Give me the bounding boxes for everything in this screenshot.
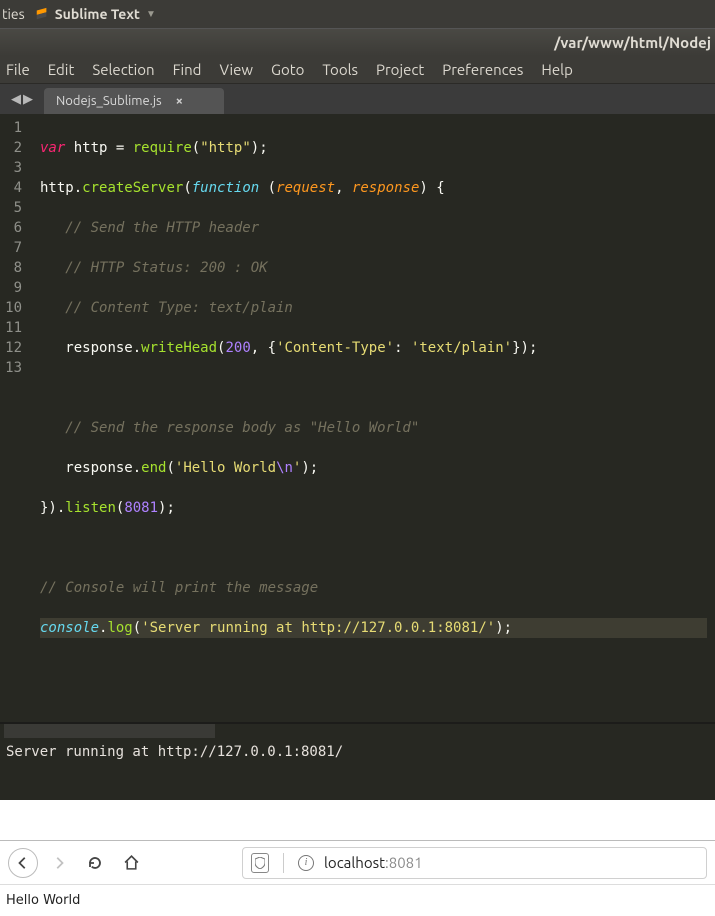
reload-button[interactable] <box>80 848 110 878</box>
topbar-app[interactable]: Sublime Text ▼ <box>35 6 156 22</box>
address-bar[interactable]: i localhost:8081 <box>242 847 707 879</box>
browser-viewport: Hello World <box>0 885 715 916</box>
spacer <box>0 800 715 840</box>
code-line: // HTTP Status: 200 : OK <box>40 258 707 278</box>
menu-preferences[interactable]: Preferences <box>442 61 523 78</box>
code-line: }).listen(8081); <box>40 498 707 518</box>
code-line: http.createServer(function (request, res… <box>40 178 707 198</box>
menu-view[interactable]: View <box>219 61 253 78</box>
code-line <box>40 378 707 398</box>
line-num: 4 <box>4 178 22 198</box>
reload-icon <box>87 855 103 871</box>
code-line <box>40 538 707 558</box>
code-line: // Console will print the message <box>40 578 707 598</box>
window-title: /var/www/html/Nodej <box>554 34 711 51</box>
tabbar: ◀ ▶ Nodejs_Sublime.js × <box>0 84 715 114</box>
menu-goto[interactable]: Goto <box>271 61 304 78</box>
code-editor[interactable]: 1 2 3 4 5 6 7 8 9 10 11 12 13 var http =… <box>0 114 715 662</box>
arrow-right-icon <box>52 856 66 870</box>
page-text: Hello World <box>6 893 80 908</box>
menu-edit[interactable]: Edit <box>48 61 75 78</box>
shield-icon[interactable] <box>251 853 269 873</box>
url-text: localhost:8081 <box>324 854 423 871</box>
window-titlebar: /var/www/html/Nodej <box>0 28 715 56</box>
code-area[interactable]: var http = require("http"); http.createS… <box>32 114 715 662</box>
code-line: response.end('Hello World\n'); <box>40 458 707 478</box>
code-line: console.log('Server running at http://12… <box>40 618 707 638</box>
line-num: 11 <box>4 318 22 338</box>
browser-toolbar: i localhost:8081 <box>0 841 715 885</box>
home-button[interactable] <box>116 848 146 878</box>
browser-window: i localhost:8081 Hello World <box>0 840 715 916</box>
sublime-logo-icon <box>35 7 49 21</box>
build-output[interactable]: Server running at http://127.0.0.1:8081/ <box>0 722 715 800</box>
menu-help[interactable]: Help <box>541 61 572 78</box>
line-num: 3 <box>4 158 22 178</box>
line-num: 9 <box>4 278 22 298</box>
menu-file[interactable]: File <box>6 61 30 78</box>
line-num: 7 <box>4 238 22 258</box>
code-line: var http = require("http"); <box>40 138 707 158</box>
topbar-app-label: Sublime Text <box>55 6 140 22</box>
os-topbar: ties Sublime Text ▼ <box>0 0 715 28</box>
topbar-left-fragment: ties <box>2 6 25 22</box>
forward-button[interactable] <box>44 848 74 878</box>
line-num: 2 <box>4 138 22 158</box>
arrow-left-icon <box>16 856 30 870</box>
code-line: // Send the HTTP header <box>40 218 707 238</box>
code-line: // Content Type: text/plain <box>40 298 707 318</box>
code-line: // Send the response body as "Hello Worl… <box>40 418 707 438</box>
menubar: File Edit Selection Find View Goto Tools… <box>0 56 715 84</box>
line-num: 12 <box>4 338 22 358</box>
editor-empty-area[interactable] <box>0 662 715 722</box>
tab-file[interactable]: Nodejs_Sublime.js × <box>44 88 224 114</box>
line-num: 6 <box>4 218 22 238</box>
close-icon[interactable]: × <box>176 94 183 108</box>
menu-selection[interactable]: Selection <box>92 61 154 78</box>
line-num: 8 <box>4 258 22 278</box>
tab-next-icon[interactable]: ▶ <box>23 92 33 107</box>
home-icon <box>123 854 140 871</box>
tab-prev-icon[interactable]: ◀ <box>11 92 21 107</box>
menu-find[interactable]: Find <box>173 61 202 78</box>
info-icon[interactable]: i <box>298 855 314 871</box>
code-line: response.writeHead(200, {'Content-Type':… <box>40 338 707 358</box>
menu-tools[interactable]: Tools <box>322 61 358 78</box>
line-num: 1 <box>4 118 22 138</box>
line-gutter: 1 2 3 4 5 6 7 8 9 10 11 12 13 <box>0 114 32 662</box>
menu-project[interactable]: Project <box>376 61 424 78</box>
back-button[interactable] <box>8 848 38 878</box>
tab-nav: ◀ ▶ <box>0 84 44 114</box>
separator <box>283 853 284 873</box>
line-num: 5 <box>4 198 22 218</box>
line-num: 13 <box>4 358 22 378</box>
tab-label: Nodejs_Sublime.js <box>56 94 162 108</box>
line-num: 10 <box>4 298 22 318</box>
chevron-down-icon: ▼ <box>146 8 156 20</box>
console-line: Server running at http://127.0.0.1:8081/ <box>6 744 343 760</box>
